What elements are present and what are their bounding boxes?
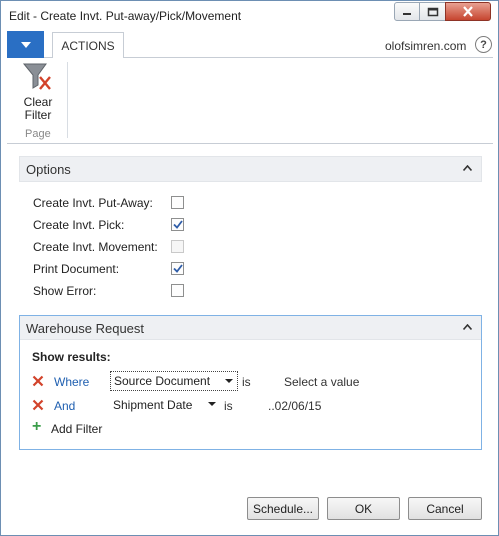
chevron-up-icon[interactable] [463, 324, 472, 330]
clear-filter-label: Clear Filter [23, 95, 53, 122]
filter-value-input[interactable]: ..02/06/15 [268, 399, 321, 413]
option-label: Create Invt. Put-Away: [33, 196, 153, 210]
title-bar: Edit - Create Invt. Put-away/Pick/Moveme… [1, 1, 498, 31]
tab-actions[interactable]: ACTIONS [52, 32, 124, 59]
application-menu-button[interactable] [7, 31, 44, 58]
options-title: Options [26, 162, 71, 177]
filter-field-select[interactable]: Shipment Date [110, 395, 220, 415]
ribbon-body: Clear Filter Page [7, 58, 493, 144]
remove-filter-icon[interactable] [32, 399, 44, 411]
close-icon [463, 6, 473, 17]
plus-icon: + [32, 418, 42, 435]
ribbon-group-separator [67, 62, 68, 138]
filter-row: And Shipment Date is ..02/06/15 [32, 397, 472, 417]
close-button[interactable] [445, 2, 491, 21]
help-button[interactable]: ? [475, 36, 492, 53]
dropdown-arrow-icon [225, 379, 233, 383]
maximize-button[interactable] [419, 2, 446, 21]
filter-row: Where Source Document is Select a value [32, 371, 472, 393]
print-document-checkbox[interactable] [171, 262, 184, 275]
create-put-away-checkbox[interactable] [171, 196, 184, 209]
dialog-window: Edit - Create Invt. Put-away/Pick/Moveme… [0, 0, 499, 536]
add-filter-button[interactable]: + Add Filter [32, 418, 122, 437]
remove-filter-icon[interactable] [32, 375, 44, 387]
cancel-button[interactable]: Cancel [408, 497, 482, 520]
add-filter-label: Add Filter [51, 422, 103, 436]
create-movement-checkbox [171, 240, 184, 253]
option-label: Print Document: [33, 262, 120, 276]
show-results-label: Show results: [32, 350, 111, 364]
filter-conjunction[interactable]: And [54, 399, 75, 413]
maximize-icon [427, 7, 438, 16]
schedule-button[interactable]: Schedule... [247, 497, 319, 520]
filter-operator: is [224, 399, 233, 413]
filter-field-value: Shipment Date [113, 398, 193, 412]
ok-button[interactable]: OK [327, 497, 400, 520]
warehouse-request-header[interactable]: Warehouse Request [20, 316, 481, 340]
company-name: olofsimren.com [385, 39, 467, 53]
dropdown-arrow-icon [208, 402, 216, 406]
show-error-checkbox[interactable] [171, 284, 184, 297]
window-title: Edit - Create Invt. Put-away/Pick/Moveme… [9, 9, 242, 23]
ribbon-tab-bar: ACTIONS olofsimren.com ? [7, 31, 493, 59]
filter-value-input[interactable]: Select a value [284, 375, 359, 389]
checkmark-icon [172, 264, 183, 273]
ribbon-group-label: Page [25, 128, 51, 140]
dialog-footer: Schedule... OK Cancel [7, 491, 493, 529]
option-label: Create Invt. Pick: [33, 218, 125, 232]
create-pick-checkbox[interactable] [171, 218, 184, 231]
clear-filter-icon [22, 63, 51, 90]
clear-filter-button[interactable]: Clear Filter [15, 61, 61, 125]
minimize-icon [403, 12, 411, 15]
option-label: Create Invt. Movement: [33, 240, 158, 254]
option-label: Show Error: [33, 284, 97, 298]
options-fasttab-header[interactable]: Options [19, 156, 482, 182]
dropdown-arrow-icon [20, 41, 31, 48]
filter-field-value: Source Document [114, 374, 211, 388]
filter-field-select[interactable]: Source Document [110, 371, 238, 391]
filter-conjunction[interactable]: Where [54, 375, 89, 389]
warehouse-request-panel: Warehouse Request Show results: Where So… [19, 315, 482, 450]
filter-operator: is [242, 375, 251, 389]
minimize-button[interactable] [394, 2, 420, 21]
warehouse-request-title: Warehouse Request [26, 321, 145, 336]
chevron-up-icon[interactable] [463, 165, 472, 171]
checkmark-icon [172, 220, 183, 229]
